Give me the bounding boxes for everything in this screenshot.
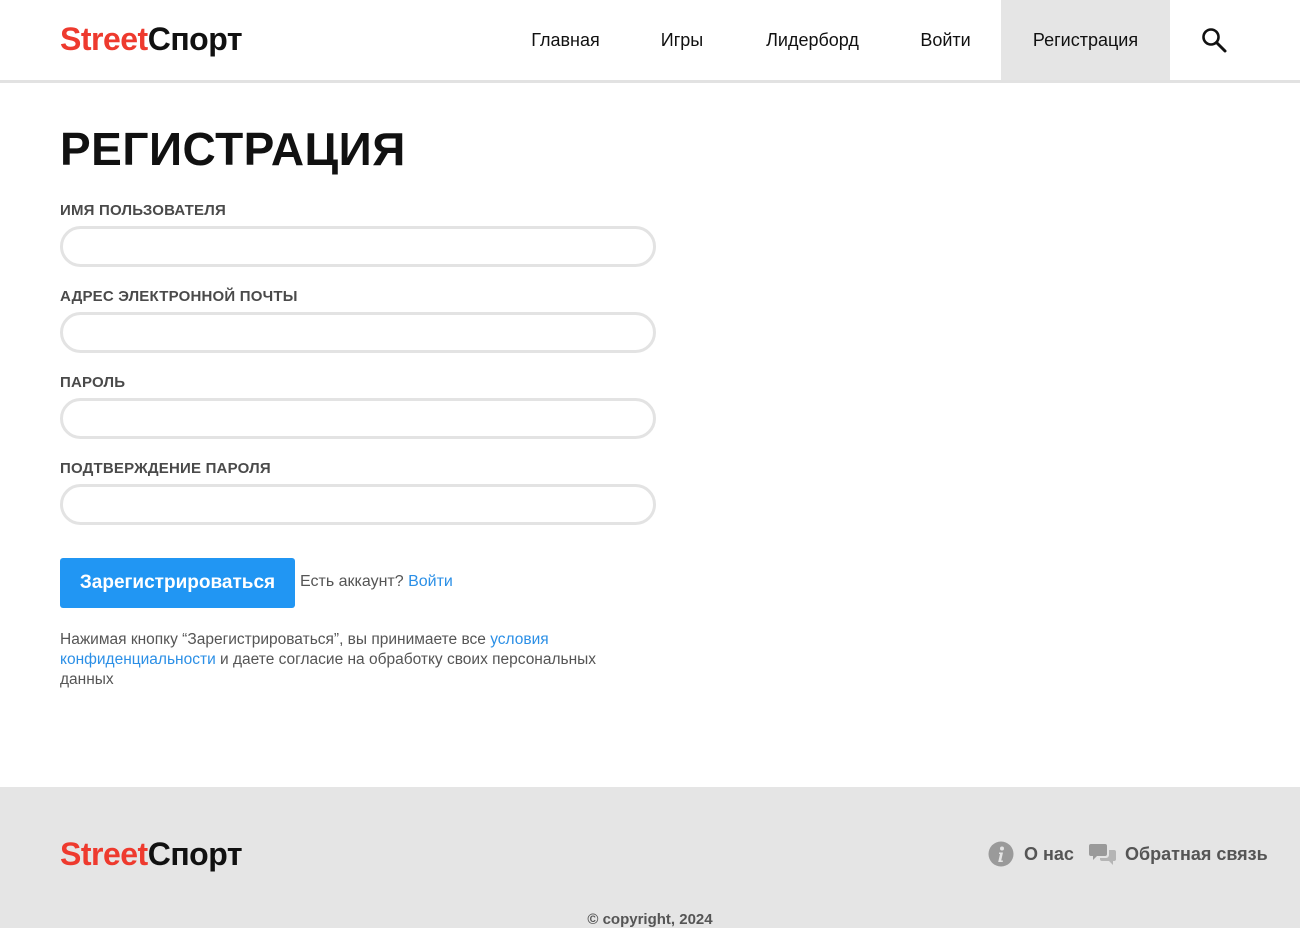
site-header: StreetСпорт Главная Игры Лидерборд Войти… (0, 0, 1300, 83)
have-account-text: Есть аккаунт? (300, 573, 404, 590)
logo-part-sport: Спорт (147, 21, 243, 57)
username-input[interactable] (60, 226, 656, 267)
email-input[interactable] (60, 312, 656, 353)
email-label: АДРЕС ЭЛЕКТРОННОЙ ПОЧТЫ (60, 288, 298, 305)
nav-leaderboard[interactable]: Лидерборд (745, 0, 880, 80)
copyright: © copyright, 2024 (587, 911, 713, 928)
logo-part-street: Street (60, 836, 148, 872)
site-footer: StreetСпорт О нас Обратная связь © copyr… (0, 787, 1300, 928)
info-icon (988, 841, 1014, 876)
have-account-row: Есть аккаунт? Войти (300, 573, 453, 591)
footer-logo[interactable]: StreetСпорт (60, 838, 242, 870)
password-label: ПАРОЛЬ (60, 374, 126, 391)
password-confirm-input[interactable] (60, 484, 656, 525)
consent-text: Нажимая кнопку “Зарегистрироваться”, вы … (60, 630, 650, 690)
password-confirm-label: ПОДТВЕРЖДЕНИЕ ПАРОЛЯ (60, 460, 271, 477)
footer-feedback-link[interactable]: Обратная связь (1089, 839, 1268, 869)
nav-login[interactable]: Войти (902, 0, 989, 80)
register-button[interactable]: Зарегистрироваться (60, 558, 295, 608)
search-icon[interactable] (1200, 26, 1228, 54)
feedback-label: Обратная связь (1125, 844, 1268, 864)
site-logo[interactable]: StreetСпорт (60, 23, 242, 55)
footer-about-link[interactable]: О нас (988, 839, 1078, 869)
chat-bubbles-icon (1089, 841, 1117, 876)
consent-prefix: Нажимая кнопку “Зарегистрироваться”, вы … (60, 631, 486, 648)
username-label: ИМЯ ПОЛЬЗОВАТЕЛЯ (60, 202, 226, 219)
nav-register[interactable]: Регистрация (1001, 0, 1170, 80)
about-label: О нас (1024, 844, 1074, 864)
login-link[interactable]: Войти (408, 573, 453, 590)
password-input[interactable] (60, 398, 656, 439)
nav-games[interactable]: Игры (641, 0, 723, 80)
page-title: РЕГИСТРАЦИЯ (60, 123, 406, 175)
logo-part-sport: Спорт (147, 836, 243, 872)
logo-part-street: Street (60, 21, 148, 57)
nav-home[interactable]: Главная (512, 0, 619, 80)
